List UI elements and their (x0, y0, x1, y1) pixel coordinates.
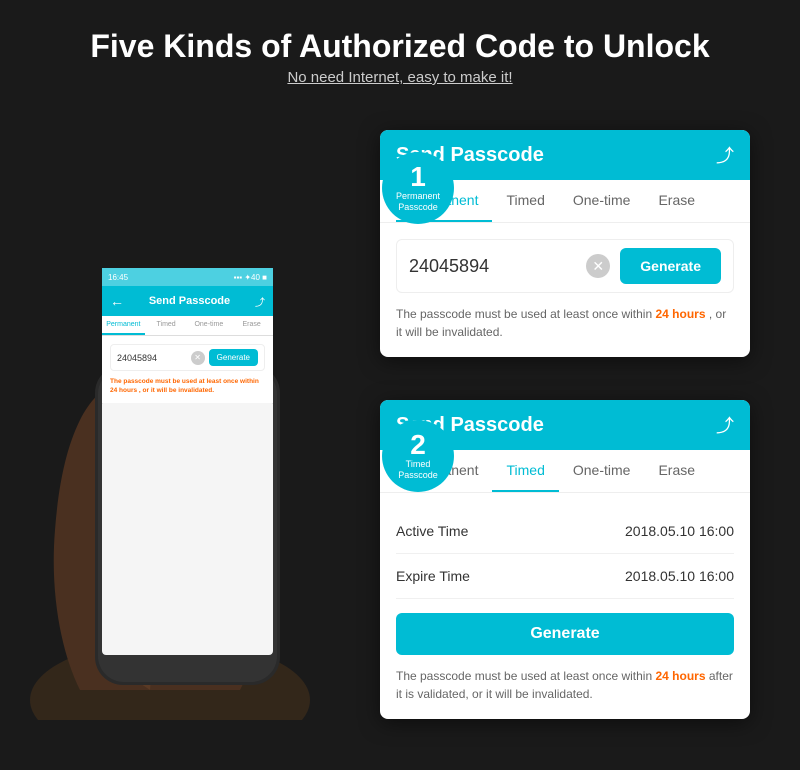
card2-tab-erase[interactable]: Erase (644, 450, 709, 492)
phone-note: The passcode must be used at least once … (110, 377, 265, 395)
card2-note-highlight: 24 hours (656, 669, 706, 683)
card1-tab-timed[interactable]: Timed (492, 180, 558, 222)
phone-tab-erase[interactable]: Erase (230, 316, 273, 335)
circle-2-number: 2 (410, 431, 426, 459)
card2-active-time-value: 2018.05.10 16:00 (625, 523, 734, 539)
card1-note-highlight: 24 hours (656, 307, 706, 321)
card1-body: 24045894 ✕ Generate The passcode must be… (380, 223, 750, 357)
circle-2: 2 TimedPasscode (382, 420, 454, 492)
card1-clear-button[interactable]: ✕ (586, 254, 610, 278)
card2-note: The passcode must be used at least once … (396, 667, 734, 703)
card1-tab-erase[interactable]: Erase (644, 180, 709, 222)
phone-clear-button[interactable]: ✕ (191, 351, 205, 365)
card2-active-time-row: Active Time 2018.05.10 16:00 (396, 509, 734, 554)
card2-expire-time-label: Expire Time (396, 568, 470, 584)
circle-1-label: PermanentPasscode (396, 191, 440, 213)
card2-generate-button[interactable]: Generate (396, 613, 734, 655)
phone-app-header: ← Send Passcode ⤴ (102, 286, 273, 316)
circle-2-label: TimedPasscode (398, 459, 438, 481)
phone-status-bar: 16:45 ▪▪▪ ✦40 ■ (102, 268, 273, 286)
page-subtitle: No need Internet, easy to make it! (0, 69, 800, 86)
card1-note: The passcode must be used at least once … (396, 305, 734, 341)
phone-passcode-value: 24045894 (117, 353, 191, 363)
card2-external-icon[interactable]: ⤴ (716, 412, 734, 438)
phone-header-title: Send Passcode (132, 295, 247, 307)
phone-tabs: Permanent Timed One-time Erase (102, 316, 273, 336)
card2-tab-onetime[interactable]: One-time (559, 450, 645, 492)
card2-tab-timed[interactable]: Timed (492, 450, 558, 492)
card2-body: Active Time 2018.05.10 16:00 Expire Time… (380, 493, 750, 719)
phone-signal: ▪▪▪ ✦40 ■ (234, 273, 267, 282)
phone-back-icon: ← (110, 293, 124, 309)
phone-note-highlight: 24 hours (110, 387, 137, 394)
phone-input-row: 24045894 ✕ Generate (110, 344, 265, 371)
phone-tab-permanent[interactable]: Permanent (102, 316, 145, 335)
card1-tab-onetime[interactable]: One-time (559, 180, 645, 222)
phone-tab-onetime[interactable]: One-time (188, 316, 231, 335)
phone-mockup: 16:45 ▪▪▪ ✦40 ■ ← Send Passcode ⤴ Perman… (20, 100, 320, 720)
card2-expire-time-value: 2018.05.10 16:00 (625, 568, 734, 584)
phone-content: 24045894 ✕ Generate The passcode must be… (102, 336, 273, 403)
page-header: Five Kinds of Authorized Code to Unlock … (0, 0, 800, 94)
circle-1: 1 PermanentPasscode (382, 152, 454, 224)
phone-time: 16:45 (108, 273, 128, 282)
card1-passcode-value: 24045894 (409, 256, 586, 277)
card1-input-row: 24045894 ✕ Generate (396, 239, 734, 293)
card2-active-time-label: Active Time (396, 523, 468, 539)
card1-external-icon[interactable]: ⤴ (716, 142, 734, 168)
card1-generate-button[interactable]: Generate (620, 248, 721, 284)
circle-1-number: 1 (410, 163, 426, 191)
phone-tab-timed[interactable]: Timed (145, 316, 188, 335)
page-title: Five Kinds of Authorized Code to Unlock (0, 28, 800, 65)
phone-external-icon: ⤴ (255, 294, 265, 309)
phone-generate-button[interactable]: Generate (209, 349, 258, 366)
card2-expire-time-row: Expire Time 2018.05.10 16:00 (396, 554, 734, 599)
